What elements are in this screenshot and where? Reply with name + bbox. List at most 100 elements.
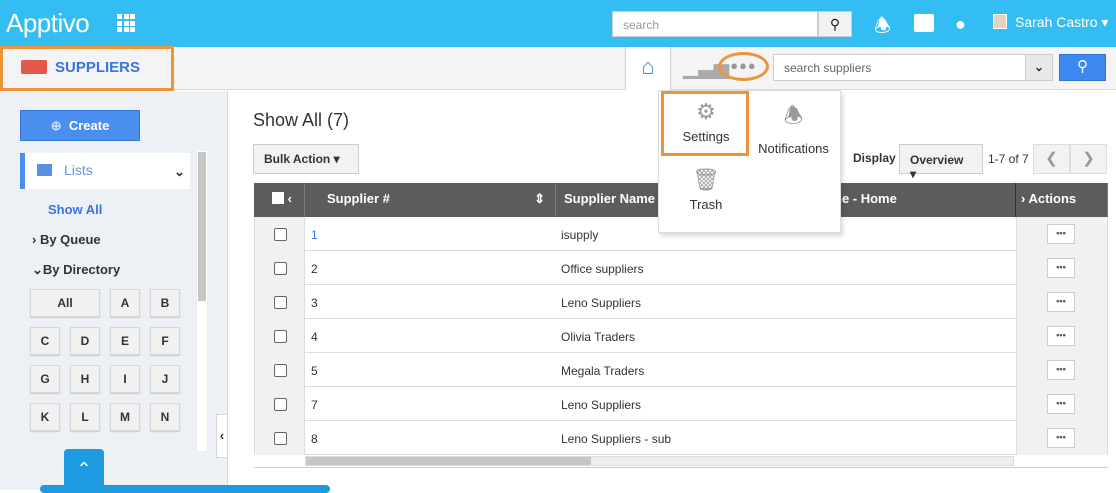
supplier-number[interactable]: 8 <box>311 432 318 446</box>
letter-l[interactable]: L <box>70 403 100 431</box>
by-directory-label: By Directory <box>42 262 121 277</box>
column-label: Supplier # <box>327 191 390 206</box>
row-actions-button[interactable]: ••• <box>1016 217 1108 251</box>
table-row[interactable]: 4 Olivia Traders ••• <box>254 319 1108 353</box>
supplier-number[interactable]: 3 <box>311 296 318 310</box>
letters-clip <box>30 441 180 450</box>
letter-i[interactable]: I <box>110 365 140 393</box>
letter-a[interactable]: A <box>110 289 140 317</box>
column-actions[interactable]: › Actions <box>1016 183 1108 217</box>
supplier-name: isupply <box>561 228 599 242</box>
search-button[interactable]: ⚲ <box>1059 54 1106 81</box>
letter-e[interactable]: E <box>110 327 140 355</box>
settings-highlight <box>661 91 749 156</box>
column-label: Actions <box>1028 191 1077 206</box>
table-row[interactable]: 7 Leno Suppliers ••• <box>254 387 1108 421</box>
supplier-name: Leno Suppliers - sub <box>561 432 672 446</box>
table-row[interactable]: 5 Megala Traders ••• <box>254 353 1108 387</box>
row-checkbox[interactable] <box>254 285 305 319</box>
collapse-sidebar-button[interactable]: ‹ <box>216 414 228 458</box>
connections-icon[interactable]: ● <box>955 14 966 35</box>
create-label: Create <box>68 118 110 133</box>
row-checkbox[interactable] <box>254 387 305 421</box>
row-actions-button[interactable]: ••• <box>1016 319 1108 353</box>
letter-k[interactable]: K <box>30 403 60 431</box>
row-actions-button[interactable]: ••• <box>1016 353 1108 387</box>
bell-icon: 🕭 <box>783 103 804 128</box>
show-all-link[interactable]: Show All <box>48 202 102 217</box>
table-row[interactable]: 2 Office suppliers ••• <box>254 251 1108 285</box>
supplier-name: Leno Suppliers <box>561 296 642 310</box>
supplier-number[interactable]: 4 <box>311 330 318 344</box>
bulk-action-button[interactable]: Bulk Action ▾ <box>253 144 359 174</box>
create-button[interactable]: ⊕ Create <box>20 110 140 141</box>
truck-icon <box>21 60 47 74</box>
row-actions-button[interactable]: ••• <box>1016 251 1108 285</box>
letter-h[interactable]: H <box>70 365 100 393</box>
menu-item-trash[interactable]: 🗑 Trash <box>662 167 750 212</box>
store-icon[interactable] <box>914 14 934 32</box>
menu-item-notifications[interactable]: 🕭 Notifications <box>751 99 836 156</box>
select-all-checkbox[interactable]: ‹ <box>254 183 305 217</box>
display-value: Overview <box>910 153 964 167</box>
letter-d[interactable]: D <box>70 327 100 355</box>
apptivo-logo[interactable]: Apptivo <box>6 8 90 39</box>
global-search-button[interactable]: ⚲ <box>818 11 852 37</box>
row-checkbox[interactable] <box>254 353 305 387</box>
app-title[interactable]: SUPPLIERS <box>0 46 174 91</box>
row-checkbox[interactable] <box>254 251 305 285</box>
supplier-number[interactable]: 1 <box>311 228 318 242</box>
calendar-icon <box>37 164 52 176</box>
table-bottom-border <box>254 467 1108 468</box>
letter-f[interactable]: F <box>150 327 180 355</box>
bottom-bar <box>40 485 330 493</box>
supplier-name: Megala Traders <box>561 364 645 378</box>
letter-j[interactable]: J <box>150 365 180 393</box>
bulk-action-label: Bulk Action <box>264 152 331 166</box>
page-title: Show All (7) <box>253 110 350 130</box>
letter-m[interactable]: M <box>110 403 140 431</box>
lists-section[interactable]: Lists <box>20 153 190 189</box>
display-select[interactable]: Overview ▾ <box>899 144 983 181</box>
table-scrollbar-thumb[interactable] <box>306 457 591 465</box>
lists-label: Lists <box>64 162 93 178</box>
row-checkbox[interactable] <box>254 217 305 251</box>
prev-page-button[interactable]: ❮ <box>1033 144 1070 174</box>
letter-c[interactable]: C <box>30 327 60 355</box>
letter-b[interactable]: B <box>150 289 180 317</box>
letter-g[interactable]: G <box>30 365 60 393</box>
row-checkbox[interactable] <box>254 319 305 353</box>
supplier-number[interactable]: 5 <box>311 364 318 378</box>
avatar <box>993 14 1007 29</box>
plus-icon: ⊕ <box>50 118 62 133</box>
row-actions-button[interactable]: ••• <box>1016 387 1108 421</box>
app-grid-icon[interactable] <box>117 14 135 32</box>
bell-icon[interactable]: 🕭 <box>874 12 891 44</box>
row-actions-button[interactable]: ••• <box>1016 421 1108 455</box>
letter-n[interactable]: N <box>150 403 180 431</box>
scroll-up-button[interactable]: ⌃ <box>64 449 104 490</box>
user-menu[interactable]: Sarah Castro ▾ <box>993 14 1108 31</box>
letter-all[interactable]: All <box>30 289 100 317</box>
search-dropdown-chevron-icon[interactable]: ⌄ <box>1025 54 1053 81</box>
table-row[interactable]: 8 Leno Suppliers - sub ••• <box>254 421 1108 455</box>
row-actions-button[interactable]: ••• <box>1016 285 1108 319</box>
next-page-button[interactable]: ❯ <box>1070 144 1107 174</box>
global-search-input[interactable]: search <box>612 11 818 37</box>
sort-icon[interactable]: ⇕ <box>534 183 545 215</box>
column-phone-home[interactable]: ne - Home <box>834 183 1016 217</box>
table-row[interactable]: 3 Leno Suppliers ••• <box>254 285 1108 319</box>
supplier-number[interactable]: 2 <box>311 262 318 276</box>
row-checkbox[interactable] <box>254 421 305 455</box>
sidebar-scrollbar-thumb[interactable] <box>198 152 206 301</box>
by-directory[interactable]: ⌄By Directory <box>32 262 120 278</box>
page-info: 1-7 of 7 <box>988 152 1029 166</box>
home-tab[interactable]: ⌂ <box>625 47 671 90</box>
supplier-search-input[interactable]: search suppliers <box>773 54 1026 81</box>
more-options-button[interactable]: ●●● <box>718 52 769 81</box>
by-queue[interactable]: › By Queue <box>32 232 101 247</box>
chevron-down-icon[interactable]: ⌄ <box>174 164 185 180</box>
by-queue-label: By Queue <box>39 232 101 247</box>
supplier-number[interactable]: 7 <box>311 398 318 412</box>
column-supplier-number[interactable]: Supplier # ⇕ <box>305 183 556 217</box>
